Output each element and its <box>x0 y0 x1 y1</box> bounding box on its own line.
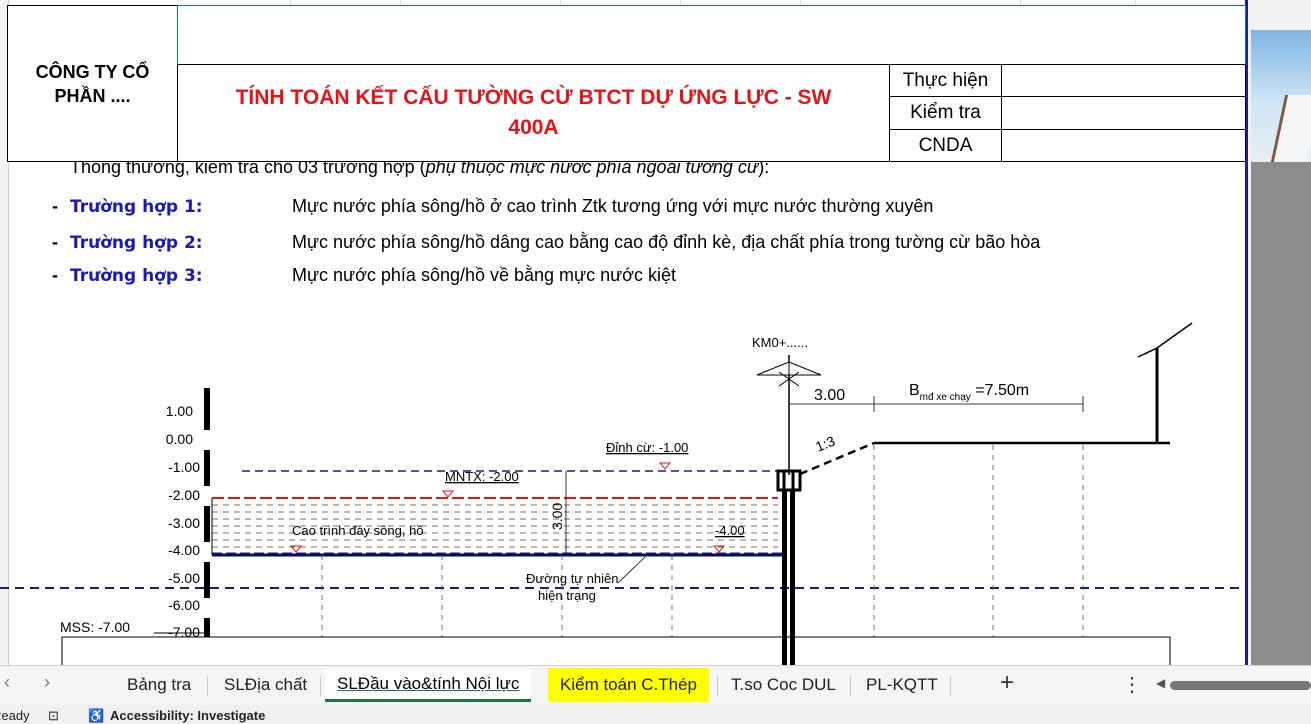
ruler-segment <box>204 542 210 562</box>
elev-label: -6.00 <box>168 597 200 613</box>
grey-margin <box>1251 162 1311 665</box>
macro-icon[interactable]: ⊡ <box>48 708 59 724</box>
river-bed-label: Cao trình đáy sông, hồ <box>292 523 424 538</box>
add-sheet-icon[interactable]: + <box>1000 669 1014 697</box>
ruler-segment <box>204 430 210 450</box>
ready-status: Ready <box>0 708 30 723</box>
mntx-label: MNTX: -2.00 <box>445 469 519 484</box>
case-row-1[interactable]: - Trường hợp 1: Mực nước phía sông/hồ ở ca… <box>52 196 933 217</box>
depth-label: 3.00 <box>549 503 565 530</box>
elev-label: -2.00 <box>168 487 200 503</box>
ruler-segment <box>204 598 210 618</box>
case-text: Mực nước phía sông/hồ về bằng mực nước k… <box>292 265 676 285</box>
sign-label-kiem-tra[interactable]: Kiểm tra <box>889 96 1002 130</box>
chevron-left-icon[interactable]: ‹ <box>4 672 10 693</box>
cross-section-drawing[interactable]: 1.00 0.00 -1.00 -2.00 -3.00 -4.00 -5.00 … <box>0 300 1245 665</box>
elev-label: -1.00 <box>168 459 200 475</box>
lamp-arm <box>1137 347 1158 358</box>
worksheet[interactable]: Thông thường, kiểm tra cho 03 trường hợp… <box>0 0 1311 665</box>
case-label: Trường hợp 1: <box>70 197 203 217</box>
more-options-icon[interactable]: ⋮ <box>1122 672 1142 697</box>
elev-label: -4.00 <box>168 542 200 558</box>
status-bar: Ready ⊡ ♿ Accessibility: Investigate <box>0 705 1311 724</box>
elevation-ruler <box>204 388 210 665</box>
tab-separator <box>320 676 321 696</box>
leader-line <box>617 556 646 584</box>
embankment-slope <box>799 441 875 476</box>
bed-level-label: -4.00 <box>715 523 745 538</box>
case-label: Trường hợp 3: <box>70 266 203 286</box>
sign-value-cnda[interactable] <box>1001 129 1246 162</box>
case-row-2[interactable]: - Trường hợp 2: Mực nước phía sông/hồ dâng… <box>52 232 1040 253</box>
km-label: KM0+...... <box>752 335 808 350</box>
company-cell[interactable]: CÔNG TY CỔ PHẦN .... <box>7 5 178 162</box>
dim-3m: 3.00 <box>814 387 845 404</box>
tab-sl-dia-chat[interactable]: SLĐịa chất <box>212 668 319 702</box>
chevron-right-icon[interactable]: › <box>44 672 50 693</box>
elev-label: -3.00 <box>168 515 200 531</box>
km-flag-right <box>788 361 822 376</box>
case-text: Mực nước phía sông/hồ dâng cao bằng cao … <box>292 232 1041 252</box>
accessibility-icon[interactable]: ♿ <box>88 708 104 724</box>
elev-label: 1.00 <box>166 403 193 419</box>
tab-separator <box>850 676 851 696</box>
tab-separator <box>207 676 208 696</box>
slope-label: 1:3 <box>813 433 837 455</box>
case-row-3[interactable]: - Trường hợp 3: Mực nước phía sông/hồ về b… <box>52 265 676 286</box>
natural-ground-label: Đường tự nhiên <box>526 571 618 586</box>
case-text: Mực nước phía sông/hồ ở cao trình Ztk tư… <box>292 196 934 216</box>
sheet-pile <box>782 470 787 665</box>
road-width-label: Bmđ xe chạy =7.50m <box>909 382 1029 403</box>
document-title: TÍNH TOÁN KẾT CẤU TƯỜNG CỪ BTCT DỰ ỨNG L… <box>235 86 832 139</box>
sheet-tab-bar: ‹ › Bảng tra SLĐịa chất SLĐầu vào&tính N… <box>0 665 1311 706</box>
scrollbar-thumb[interactable] <box>1170 681 1311 690</box>
horizontal-scrollbar[interactable]: ◀ <box>1156 676 1311 693</box>
tab-sl-dau-vao[interactable]: SLĐầu vào&tính Nội lực <box>325 668 532 702</box>
mss-label: MSS: -7.00 <box>60 619 130 635</box>
tab-bang-tra[interactable]: Bảng tra <box>115 668 203 702</box>
tab-kiem-toan[interactable]: Kiểm toán C.Thép <box>548 668 710 702</box>
sign-value-thuc-hien[interactable] <box>1001 64 1246 97</box>
ruler-segment <box>204 486 210 506</box>
scroll-left-icon[interactable]: ◀ <box>1156 676 1165 690</box>
vertical-grid <box>321 445 1084 637</box>
tab-separator <box>950 676 951 696</box>
elev-label: -5.00 <box>168 570 200 586</box>
level-marker <box>441 490 455 498</box>
level-marker <box>658 462 672 470</box>
accessibility-status[interactable]: Accessibility: Investigate <box>110 708 265 723</box>
pile-top-label: Đỉnh cừ: -1.00 <box>606 440 688 455</box>
header-top-cell[interactable] <box>177 5 1246 65</box>
sign-label-cnda[interactable]: CNDA <box>889 129 1002 162</box>
km-flag-left <box>756 361 790 376</box>
tab-pl-kqtt[interactable]: PL-KQTT <box>854 668 950 702</box>
natural-ground-label-2: hiện trạng <box>538 588 596 603</box>
lamp-arm <box>1156 322 1193 349</box>
base-block <box>61 636 1171 665</box>
title-cell[interactable]: TÍNH TOÁN KẾT CẤU TƯỜNG CỪ BTCT DỰ ỨNG L… <box>177 64 890 162</box>
tab-separator <box>717 676 718 696</box>
tab-tso-coc[interactable]: T.so Coc DUL <box>719 668 848 702</box>
sign-label-thuc-hien[interactable]: Thực hiện <box>889 64 1002 97</box>
case-label: Trường hợp 2: <box>70 233 203 253</box>
sign-value-kiem-tra[interactable] <box>1001 96 1246 130</box>
elev-label: 0.00 <box>166 431 193 447</box>
sheet-pile <box>790 470 795 665</box>
